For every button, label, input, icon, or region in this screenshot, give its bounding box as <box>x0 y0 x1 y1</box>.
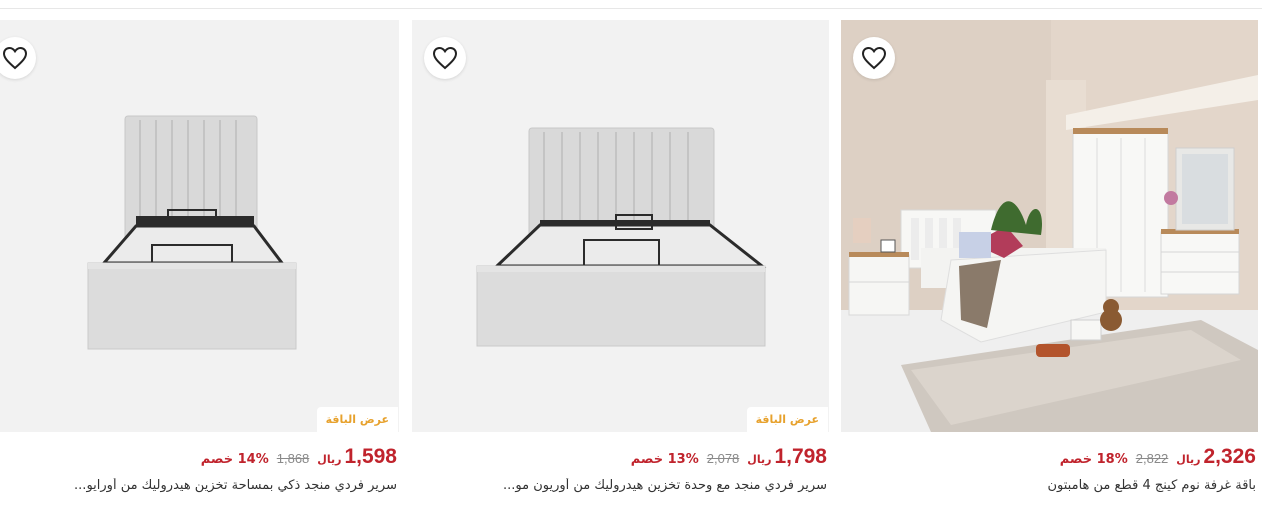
currency-label: ريال <box>747 453 772 466</box>
bed-photo <box>412 20 829 432</box>
current-price: 1,798 <box>774 445 827 468</box>
bundle-offer-badge[interactable]: عرض الباقة <box>746 407 828 432</box>
wishlist-button[interactable] <box>424 37 466 79</box>
bundle-offer-badge[interactable]: عرض الباقة <box>316 407 398 432</box>
original-price: 2,078 <box>706 451 740 466</box>
product-image[interactable]: عرض الباقة <box>0 20 399 432</box>
product-title[interactable]: سرير فردي منجد ذكي بمساحة تخزين هيدروليك… <box>0 478 397 493</box>
current-price: 1,598 <box>344 445 397 468</box>
price-row: 2,326 ريال 2,822 18% خصم <box>1060 445 1256 473</box>
price-row: 1,598 ريال 1,868 14% خصم <box>201 445 397 473</box>
price-row: 1,798 ريال 2,078 13% خصم <box>631 445 827 473</box>
product-title[interactable]: باقة غرفة نوم كينج 4 قطع من هامبتون <box>856 478 1257 493</box>
section-divider <box>0 0 1262 9</box>
current-price: 2,326 <box>1203 445 1256 468</box>
product-card[interactable]: 2,326 ريال 2,822 18% خصم باقة غرفة نوم ك… <box>841 20 1258 520</box>
product-card[interactable]: عرض الباقة 1,598 ريال 1,868 14% خصم سرير… <box>0 20 399 520</box>
currency-label: ريال <box>1176 453 1201 466</box>
heart-outline-icon <box>432 46 458 70</box>
original-price: 2,822 <box>1135 451 1169 466</box>
product-title[interactable]: سرير فردي منجد مع وحدة تخزين هيدروليك من… <box>427 478 827 493</box>
discount-badge: 13% خصم <box>630 452 699 467</box>
heart-outline-icon <box>2 46 28 70</box>
heart-outline-icon <box>861 46 887 70</box>
original-price: 1,868 <box>276 451 310 466</box>
product-image[interactable] <box>841 20 1258 432</box>
discount-badge: 14% خصم <box>200 452 269 467</box>
discount-badge: 18% خصم <box>1059 452 1128 467</box>
product-card[interactable]: عرض الباقة 1,798 ريال 2,078 13% خصم سرير… <box>412 20 829 520</box>
product-image[interactable]: عرض الباقة <box>412 20 829 432</box>
currency-label: ريال <box>317 453 342 466</box>
bed-photo <box>0 20 399 432</box>
wishlist-button[interactable] <box>853 37 895 79</box>
bedroom-scene <box>841 20 1258 432</box>
